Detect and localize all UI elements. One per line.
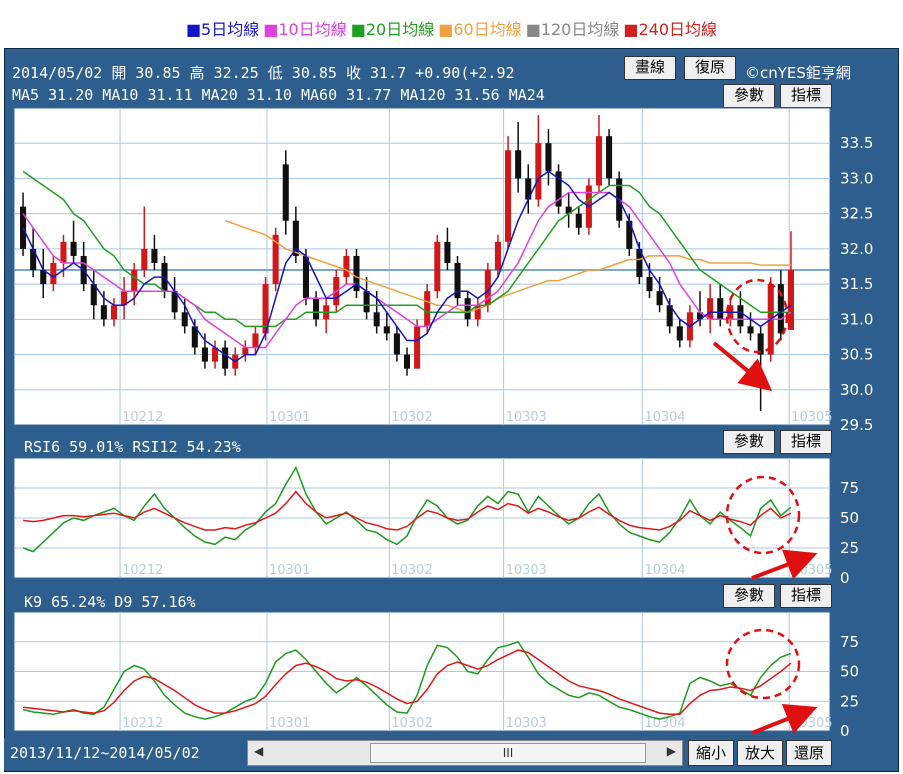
candle-body <box>181 312 188 327</box>
panel-0-ytick: 32.5 <box>840 205 873 223</box>
candle-body <box>707 298 714 320</box>
scroll-right-icon[interactable]: ▶ <box>667 744 676 758</box>
candle-body <box>595 136 603 186</box>
candle-body <box>494 241 501 271</box>
date-range-label: 2013/11/12~2014/05/02 <box>10 744 200 762</box>
panel-1-month-label: 10303 <box>506 563 547 578</box>
panel-0-month-label: 10301 <box>269 410 310 425</box>
candle-body <box>787 270 794 330</box>
restore-button[interactable]: 還原 <box>786 740 832 766</box>
panel-0-ytick: 30.5 <box>840 346 873 364</box>
candle-body <box>282 164 289 221</box>
panel-1-ytick: 50 <box>840 509 859 527</box>
candle-body <box>717 298 724 320</box>
candle-body <box>151 248 158 263</box>
candle-body <box>100 305 107 320</box>
candle-body <box>737 305 744 327</box>
panel-1-month-label: 10304 <box>644 563 685 578</box>
panel-0-month-label: 10303 <box>506 410 547 425</box>
candle-body <box>606 136 613 179</box>
candle-body <box>110 305 118 320</box>
candle-body <box>363 291 370 313</box>
candle-body <box>424 291 431 327</box>
candle-body <box>646 277 653 292</box>
panel-0-month-label: 10212 <box>122 410 163 425</box>
panel-0-ytick: 31.5 <box>840 275 873 293</box>
panel-1-ytick: 0 <box>840 569 850 587</box>
candle-body <box>60 241 67 263</box>
candle-body <box>373 312 380 327</box>
candle-body <box>545 143 552 172</box>
candle-body <box>222 347 229 369</box>
panel-2-month-label: 10302 <box>391 716 432 731</box>
panel-0-ytick: 30.0 <box>840 381 873 399</box>
candle-body <box>434 241 441 292</box>
panel-1-month-label: 10305 <box>791 563 832 578</box>
candle-body <box>242 347 249 355</box>
candle-body <box>343 255 350 278</box>
candle-body <box>201 347 208 362</box>
scroll-thumb[interactable]: III <box>370 743 646 763</box>
candle-body <box>20 206 27 249</box>
candle-body <box>393 333 400 355</box>
candle-body <box>747 326 754 334</box>
panel-2-month-label: 10212 <box>122 716 163 731</box>
panel-0-month-label: 10302 <box>391 410 432 425</box>
stock-chart-window: ■5日均線 ■10日均線 ■20日均線 ■60日均線 ■120日均線 ■240日均線 20… <box>0 0 903 774</box>
panel-0-ytick: 31.0 <box>840 310 873 328</box>
panel-2-month-label: 10305 <box>791 716 832 731</box>
panel-1-month-label: 10301 <box>269 563 310 578</box>
panel-2-ytick: 25 <box>840 692 859 710</box>
candle-body <box>676 326 683 341</box>
candle-body <box>444 241 451 263</box>
chart-panels: 10212 10301 10302 10303 10304 10305 33.5 33.0 32… <box>13 107 873 740</box>
candle-body <box>505 150 512 242</box>
candle-body <box>403 354 411 369</box>
candle-body <box>302 255 309 299</box>
panel-1-ytick: 75 <box>840 479 859 497</box>
panel-0-month-label: 10305 <box>791 410 832 425</box>
panel-0-ytick: 33.5 <box>840 134 873 152</box>
candle-body <box>141 248 148 271</box>
time-scrollbar[interactable]: ◀ III ▶ <box>247 740 683 766</box>
candle-body <box>656 291 663 306</box>
candle-body <box>70 241 77 256</box>
candle-body <box>383 326 390 334</box>
candle-body <box>515 150 522 179</box>
panel-2-month-label: 10303 <box>506 716 547 731</box>
panel-0-month-label: 10304 <box>644 410 685 425</box>
candle-body <box>535 143 542 200</box>
scroll-left-icon[interactable]: ◀ <box>254 744 263 758</box>
panel-1-ytick: 25 <box>840 539 859 557</box>
panel-0-ytick: 32.0 <box>840 240 873 258</box>
panel-0-ytick: 29.5 <box>840 416 873 434</box>
panel-1-month-label: 10302 <box>391 563 432 578</box>
zoom-in-button[interactable]: 放大 <box>737 740 783 766</box>
candle-body <box>50 262 57 285</box>
panel-2-month-label: 10301 <box>269 716 310 731</box>
candle-body <box>131 270 138 292</box>
panel-2-ytick: 50 <box>840 663 859 681</box>
candle-body <box>414 326 421 369</box>
panel-2-ytick: 75 <box>840 633 859 651</box>
panel-bg-0 <box>13 107 831 426</box>
candle-body <box>252 333 259 348</box>
zoom-out-button[interactable]: 縮小 <box>688 740 734 766</box>
candle-body <box>464 298 471 320</box>
panel-1-month-label: 10212 <box>122 563 163 578</box>
candle-body <box>313 298 320 320</box>
candle-body <box>575 213 582 228</box>
panel-0-ytick: 33.0 <box>840 169 873 187</box>
